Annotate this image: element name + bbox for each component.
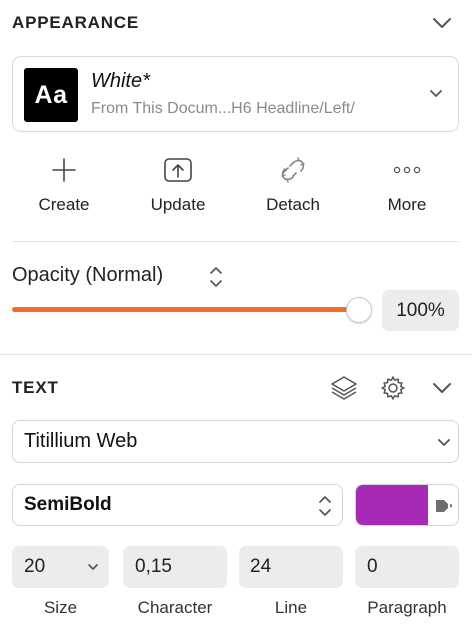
up-down-chevron-icon[interactable] <box>208 264 224 290</box>
style-source-path: From This Docum...H6 Headline/Left/ <box>91 100 355 117</box>
font-family-select[interactable]: Titillium Web <box>12 420 459 463</box>
font-weight-value: SemiBold <box>24 494 112 515</box>
appearance-section-title: APPEARANCE <box>12 13 140 32</box>
line-height-value: 24 <box>250 556 272 577</box>
paragraph-label: Paragraph <box>367 598 447 617</box>
collapse-text-chevron-icon[interactable] <box>431 381 453 395</box>
create-label: Create <box>38 195 90 214</box>
line-height-field[interactable]: 24 <box>239 546 343 588</box>
character-spacing-value: 0,15 <box>135 556 172 577</box>
divider <box>12 241 459 242</box>
opacity-slider-handle[interactable] <box>346 297 372 323</box>
opacity-blend-mode-selector[interactable]: Opacity (Normal) <box>12 264 163 287</box>
broken-link-icon <box>281 157 305 183</box>
text-section-title: TEXT <box>12 378 59 397</box>
size-label: Size <box>43 598 78 617</box>
update-style-button[interactable]: Update <box>130 153 226 215</box>
collapse-appearance-chevron-icon[interactable] <box>431 16 453 30</box>
more-icon <box>393 166 421 174</box>
create-style-button[interactable]: Create <box>16 153 112 215</box>
font-size-field[interactable]: 20 <box>12 546 109 588</box>
plus-icon <box>52 158 76 182</box>
style-preview-thumbnail: Aa <box>24 68 78 122</box>
font-weight-select[interactable]: SemiBold <box>12 484 343 526</box>
chevron-down-icon <box>438 439 450 446</box>
detach-label: Detach <box>266 195 320 214</box>
chevron-down-icon[interactable] <box>87 563 99 572</box>
more-label: More <box>387 195 427 214</box>
up-down-chevron-icon <box>319 496 331 516</box>
style-name: White* <box>91 70 150 92</box>
update-label: Update <box>150 195 206 214</box>
font-family-value: Titillium Web <box>24 430 138 452</box>
more-actions-button[interactable]: More <box>359 153 455 215</box>
layers-icon[interactable] <box>329 374 359 402</box>
line-label: Line <box>274 598 308 617</box>
text-style-selector[interactable]: Aa White* From This Docum...H6 Headline/… <box>12 56 459 132</box>
text-color-well[interactable] <box>355 484 459 526</box>
opacity-value: 100% <box>396 299 445 321</box>
color-fill-icon <box>436 500 452 512</box>
chevron-down-icon <box>430 90 442 97</box>
font-size-value: 20 <box>24 556 46 577</box>
character-label: Character <box>137 598 213 617</box>
opacity-value-field[interactable]: 100% <box>382 290 459 331</box>
upload-icon <box>164 158 192 182</box>
text-color-swatch <box>356 485 428 525</box>
gear-icon[interactable] <box>379 374 407 402</box>
paragraph-spacing-field[interactable]: 0 <box>355 546 459 588</box>
paragraph-spacing-value: 0 <box>367 556 378 577</box>
divider <box>0 354 472 355</box>
character-spacing-field[interactable]: 0,15 <box>123 546 227 588</box>
opacity-slider-track[interactable] <box>12 307 357 312</box>
detach-style-button[interactable]: Detach <box>245 153 341 215</box>
